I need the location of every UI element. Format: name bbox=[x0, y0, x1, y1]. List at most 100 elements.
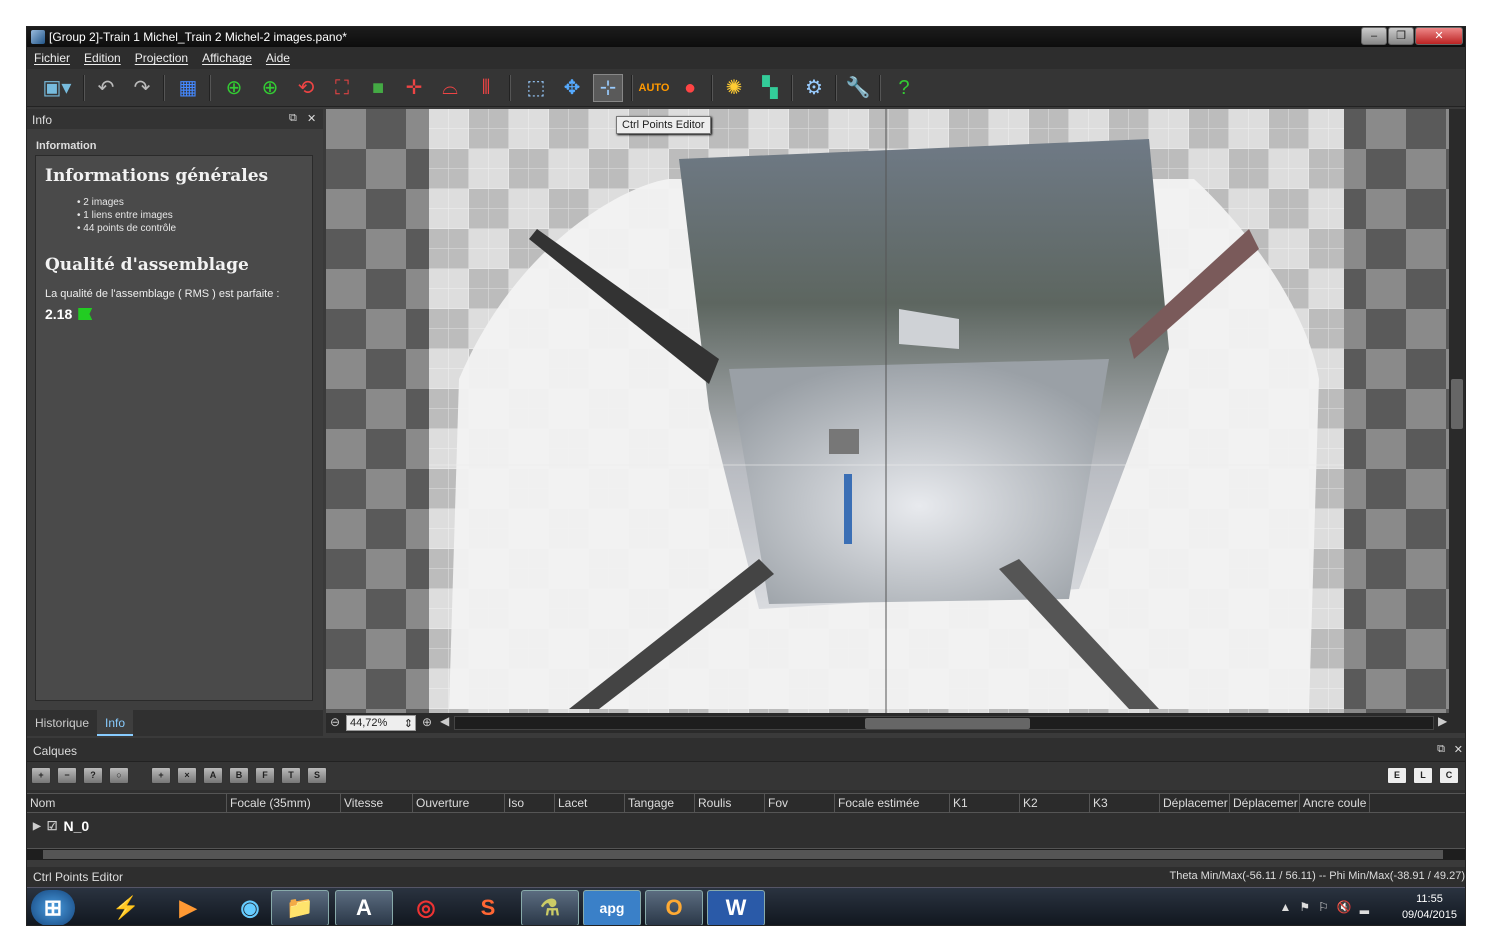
zoom-bar: ⊖ 44,72% ⇕ ⊕ ◀ ▶ bbox=[326, 713, 1465, 733]
view-c-icon[interactable]: C bbox=[1439, 767, 1459, 784]
col-roulis[interactable]: Roulis bbox=[695, 794, 765, 812]
explorer-icon[interactable]: 📁 bbox=[271, 890, 329, 925]
col-focale[interactable]: Focale (35mm) bbox=[227, 794, 341, 812]
layers-scrollbar[interactable] bbox=[27, 848, 1465, 860]
blend-icon[interactable]: ▚ bbox=[755, 74, 785, 102]
panorama-viewport[interactable] bbox=[326, 109, 1449, 713]
float-icon[interactable]: ⧉ bbox=[289, 112, 297, 125]
apg-icon[interactable]: apg bbox=[583, 890, 641, 925]
flask-icon[interactable]: ⚗ bbox=[521, 890, 579, 925]
letter-b-icon[interactable]: B bbox=[229, 767, 249, 784]
help-icon[interactable]: ? bbox=[889, 74, 919, 102]
crop-red-icon[interactable]: ⛶ bbox=[327, 74, 357, 102]
col-focale-estimee[interactable]: Focale estimée bbox=[835, 794, 950, 812]
col-k3[interactable]: K3 bbox=[1090, 794, 1160, 812]
view-e-icon[interactable]: E bbox=[1387, 767, 1407, 784]
close-panel-icon[interactable]: ✕ bbox=[1454, 743, 1463, 756]
col-deplacement-y[interactable]: Déplacemer bbox=[1230, 794, 1300, 812]
menu-edition[interactable]: Edition bbox=[84, 51, 121, 65]
close-panel-icon[interactable]: ✕ bbox=[307, 112, 316, 125]
add-image-icon[interactable]: + bbox=[31, 767, 51, 784]
scroll-left-icon[interactable]: ◀ bbox=[440, 714, 449, 728]
col-fov[interactable]: Fov bbox=[765, 794, 835, 812]
letter-t-icon[interactable]: T bbox=[281, 767, 301, 784]
col-ancre[interactable]: Ancre coule bbox=[1300, 794, 1370, 812]
col-k2[interactable]: K2 bbox=[1020, 794, 1090, 812]
app-a-icon[interactable]: A bbox=[335, 890, 393, 925]
clock[interactable]: 11:55 09/04/2015 bbox=[1402, 891, 1457, 923]
col-deplacement-x[interactable]: Déplacemer bbox=[1160, 794, 1230, 812]
col-vitesse[interactable]: Vitesse bbox=[341, 794, 413, 812]
tab-info[interactable]: Info bbox=[97, 710, 134, 736]
grid-icon[interactable]: ▦ bbox=[173, 74, 203, 102]
horizon-icon[interactable]: ⌓ bbox=[435, 74, 465, 102]
office-s-icon[interactable]: S bbox=[459, 890, 517, 925]
crosshair-plus-icon[interactable]: ⊕ bbox=[255, 74, 285, 102]
vertical-scrollbar[interactable] bbox=[1449, 109, 1465, 713]
color-wheel-icon[interactable]: ● bbox=[675, 74, 705, 102]
close-button[interactable]: ✕ bbox=[1415, 27, 1463, 45]
layer-row[interactable]: ▶ ☑ N_0 bbox=[33, 818, 89, 834]
add-folder-icon[interactable]: + bbox=[151, 767, 171, 784]
auto-color-icon[interactable]: AUTO bbox=[639, 74, 670, 102]
maximize-button[interactable]: ❐ bbox=[1388, 27, 1414, 45]
minimize-button[interactable]: – bbox=[1361, 27, 1387, 45]
rotate-icon[interactable]: ⟲ bbox=[291, 74, 321, 102]
col-ouverture[interactable]: Ouverture bbox=[413, 794, 505, 812]
col-iso[interactable]: Iso bbox=[505, 794, 555, 812]
select-icon[interactable]: ⬚ bbox=[521, 74, 551, 102]
letter-s-icon[interactable]: S bbox=[307, 767, 327, 784]
zoom-in-icon[interactable]: ⊕ bbox=[422, 715, 432, 729]
word-icon[interactable]: W bbox=[707, 890, 765, 925]
view-l-icon[interactable]: L bbox=[1413, 767, 1433, 784]
undo-icon[interactable]: ↶ bbox=[91, 74, 121, 102]
letter-f-icon[interactable]: F bbox=[255, 767, 275, 784]
menu-projection[interactable]: Projection bbox=[135, 51, 188, 65]
checkbox-icon[interactable]: ☑ bbox=[47, 819, 58, 833]
tab-historique[interactable]: Historique bbox=[27, 710, 97, 736]
zoom-out-icon[interactable]: ⊖ bbox=[330, 715, 340, 729]
col-lacet[interactable]: Lacet bbox=[555, 794, 625, 812]
horizontal-scrollbar[interactable] bbox=[454, 716, 1434, 730]
hscroll-thumb[interactable] bbox=[865, 718, 1030, 729]
crosshair-icon[interactable]: ⊕ bbox=[219, 74, 249, 102]
remove-folder-icon[interactable]: × bbox=[177, 767, 197, 784]
sketch-icon[interactable]: ⚡ bbox=[97, 890, 155, 925]
zoom-field[interactable]: 44,72% ⇕ bbox=[346, 715, 416, 731]
col-k1[interactable]: K1 bbox=[950, 794, 1020, 812]
scroll-thumb[interactable] bbox=[1451, 379, 1463, 429]
panorama-canvas[interactable] bbox=[429, 109, 1344, 713]
zoom-spinner-icon[interactable]: ⇕ bbox=[404, 717, 413, 730]
vertical-lines-icon[interactable]: ⦀ bbox=[471, 74, 501, 102]
menu-fichier[interactable]: Fichier bbox=[34, 51, 70, 65]
exposure-icon[interactable]: ✺ bbox=[719, 74, 749, 102]
center-icon[interactable]: ✛ bbox=[399, 74, 429, 102]
remove-image-icon[interactable]: − bbox=[57, 767, 77, 784]
float-icon[interactable]: ⧉ bbox=[1437, 743, 1445, 756]
menu-aide[interactable]: Aide bbox=[266, 51, 290, 65]
zoom-value: 44,72% bbox=[350, 717, 388, 729]
wrench-icon[interactable]: 🔧 bbox=[843, 74, 873, 102]
col-nom[interactable]: Nom bbox=[27, 794, 227, 812]
media-icon[interactable]: ▶ bbox=[159, 890, 217, 925]
square-icon[interactable]: ■ bbox=[363, 74, 393, 102]
menu-affichage[interactable]: Affichage bbox=[202, 51, 252, 65]
expand-arrow-icon[interactable]: ▶ bbox=[33, 821, 41, 832]
letter-a-icon[interactable]: A bbox=[203, 767, 223, 784]
ctrl-points-icon[interactable]: ⊹ bbox=[593, 74, 623, 102]
chrome-icon[interactable]: ◎ bbox=[397, 890, 455, 925]
layers-scroll-thumb[interactable] bbox=[43, 850, 1443, 859]
clock-date: 09/04/2015 bbox=[1401, 909, 1457, 921]
save-menu-icon[interactable]: ▣▾ bbox=[35, 74, 79, 102]
outlook-icon[interactable]: O bbox=[645, 890, 703, 925]
system-tray[interactable]: ▲⚑⚐🔇▂ bbox=[1279, 900, 1377, 914]
start-icon[interactable]: ⊞ bbox=[31, 890, 75, 925]
image-help-icon[interactable]: ? bbox=[83, 767, 103, 784]
settings-gear-icon[interactable]: ⚙ bbox=[799, 74, 829, 102]
redo-icon[interactable]: ↷ bbox=[127, 74, 157, 102]
col-tangage[interactable]: Tangage bbox=[625, 794, 695, 812]
scroll-right-icon[interactable]: ▶ bbox=[1438, 714, 1447, 728]
info-panel-title: Info bbox=[32, 113, 53, 127]
move-icon[interactable]: ✥ bbox=[557, 74, 587, 102]
image-settings-icon[interactable]: ○ bbox=[109, 767, 129, 784]
